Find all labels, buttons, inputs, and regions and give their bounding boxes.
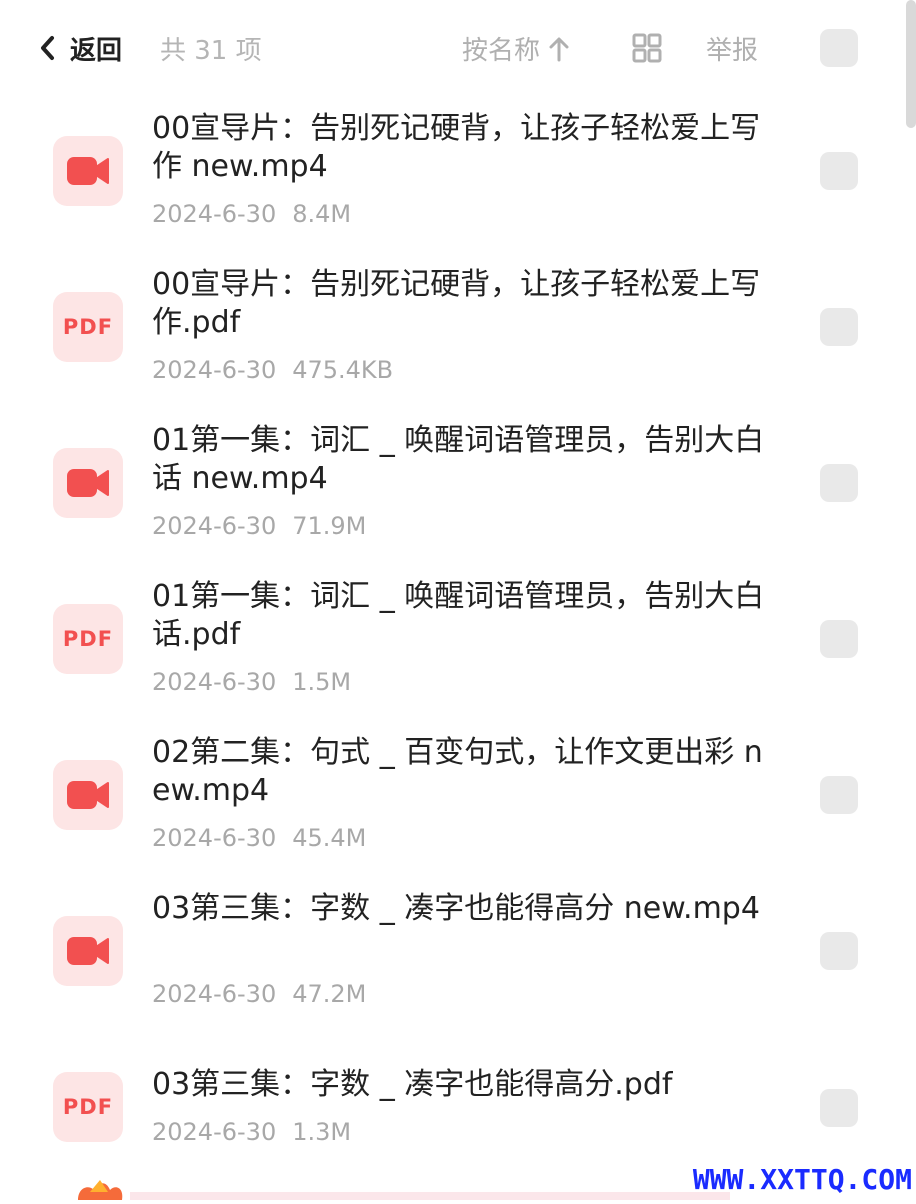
file-checkbox[interactable] bbox=[820, 932, 858, 970]
pdf-file-icon: PDF bbox=[53, 604, 123, 674]
file-checkbox[interactable] bbox=[820, 1089, 858, 1127]
video-camera-icon bbox=[67, 781, 109, 809]
file-date: 2024-6-30 bbox=[152, 824, 277, 852]
grid-view-icon[interactable] bbox=[632, 33, 662, 63]
file-size: 1.5M bbox=[292, 668, 352, 696]
file-checkbox[interactable] bbox=[820, 776, 858, 814]
file-row[interactable]: PDF 01第一集：词汇 _ 唤醒词语管理员，告别大白话.pdf 2024-6-… bbox=[0, 564, 900, 720]
pdf-badge: PDF bbox=[62, 627, 114, 651]
file-row[interactable]: 01第一集：词汇 _ 唤醒词语管理员，告别大白话 new.mp4 2024-6-… bbox=[0, 408, 900, 564]
pdf-file-icon: PDF bbox=[53, 1072, 123, 1142]
sort-label: 按名称 bbox=[462, 36, 541, 66]
arrow-up-icon bbox=[548, 36, 570, 62]
file-name: 01第一集：词汇 _ 唤醒词语管理员，告别大白话 new.mp4 bbox=[152, 423, 765, 496]
file-meta: 2024-6-30 45.4M bbox=[152, 824, 366, 852]
back-label: 返回 bbox=[70, 35, 123, 66]
video-file-icon bbox=[53, 448, 123, 518]
file-name: 03第三集：字数 _ 凑字也能得高分.pdf bbox=[152, 1067, 673, 1102]
file-date: 2024-6-30 bbox=[152, 356, 277, 384]
file-date: 2024-6-30 bbox=[152, 1118, 277, 1146]
file-meta: 2024-6-30 1.3M bbox=[152, 1118, 351, 1146]
item-count: 共 31 项 bbox=[160, 36, 262, 66]
pdf-badge: PDF bbox=[62, 315, 114, 339]
file-date: 2024-6-30 bbox=[152, 668, 277, 696]
file-checkbox[interactable] bbox=[820, 308, 858, 346]
file-name: 03第三集：字数 _ 凑字也能得高分 new.mp4 bbox=[152, 891, 760, 926]
file-size: 47.2M bbox=[292, 980, 367, 1008]
file-row[interactable]: 00宣导片：告别死记硬背，让孩子轻松爱上写作 new.mp4 2024-6-30… bbox=[0, 96, 900, 252]
file-row[interactable]: PDF 00宣导片：告别死记硬背，让孩子轻松爱上写作.pdf 2024-6-30… bbox=[0, 252, 900, 408]
top-bar: 返回 共 31 项 按名称 举报 bbox=[0, 0, 916, 96]
file-date: 2024-6-30 bbox=[152, 980, 277, 1008]
file-name: 02第二集：句式 _ 百变句式，让作文更出彩 new.mp4 bbox=[152, 735, 763, 808]
file-meta: 2024-6-30 475.4KB bbox=[152, 356, 393, 384]
file-meta: 2024-6-30 1.5M bbox=[152, 668, 351, 696]
chevron-left-icon bbox=[38, 28, 62, 68]
watermark-text: WWW.XXTTQ.COM bbox=[692, 1163, 912, 1196]
file-size: 1.3M bbox=[292, 1118, 352, 1146]
video-file-icon bbox=[53, 136, 123, 206]
video-file-icon bbox=[53, 916, 123, 986]
pdf-badge: PDF bbox=[62, 1095, 114, 1119]
report-button[interactable]: 举报 bbox=[706, 30, 758, 67]
file-row[interactable]: 02第二集：句式 _ 百变句式，让作文更出彩 new.mp4 2024-6-30… bbox=[0, 720, 900, 876]
file-size: 8.4M bbox=[292, 200, 352, 228]
video-file-icon bbox=[53, 760, 123, 830]
file-date: 2024-6-30 bbox=[152, 200, 277, 228]
file-meta: 2024-6-30 8.4M bbox=[152, 200, 351, 228]
video-camera-icon bbox=[67, 937, 109, 965]
pdf-file-icon: PDF bbox=[53, 292, 123, 362]
file-checkbox[interactable] bbox=[820, 464, 858, 502]
file-size: 71.9M bbox=[292, 512, 367, 540]
file-size: 45.4M bbox=[292, 824, 367, 852]
file-name: 00宣导片：告别死记硬背，让孩子轻松爱上写作.pdf bbox=[152, 267, 761, 340]
scrollbar[interactable] bbox=[906, 0, 916, 128]
select-all-checkbox[interactable] bbox=[820, 29, 858, 67]
file-row[interactable]: 03第三集：字数 _ 凑字也能得高分 new.mp4 2024-6-30 47.2… bbox=[0, 876, 900, 1032]
back-button[interactable]: 返回 bbox=[38, 28, 122, 68]
file-name: 01第一集：词汇 _ 唤醒词语管理员，告别大白话.pdf bbox=[152, 579, 765, 652]
file-date: 2024-6-30 bbox=[152, 512, 277, 540]
video-camera-icon bbox=[67, 157, 109, 185]
file-meta: 2024-6-30 47.2M bbox=[152, 980, 366, 1008]
video-camera-icon bbox=[67, 469, 109, 497]
bottom-banner[interactable] bbox=[130, 1192, 730, 1200]
file-size: 475.4KB bbox=[292, 356, 394, 384]
file-name: 00宣导片：告别死记硬背，让孩子轻松爱上写作 new.mp4 bbox=[152, 111, 761, 184]
file-meta: 2024-6-30 71.9M bbox=[152, 512, 366, 540]
file-checkbox[interactable] bbox=[820, 152, 858, 190]
gift-icon[interactable] bbox=[64, 1176, 134, 1200]
sort-by-name-button[interactable]: 按名称 bbox=[462, 30, 570, 67]
file-checkbox[interactable] bbox=[820, 620, 858, 658]
